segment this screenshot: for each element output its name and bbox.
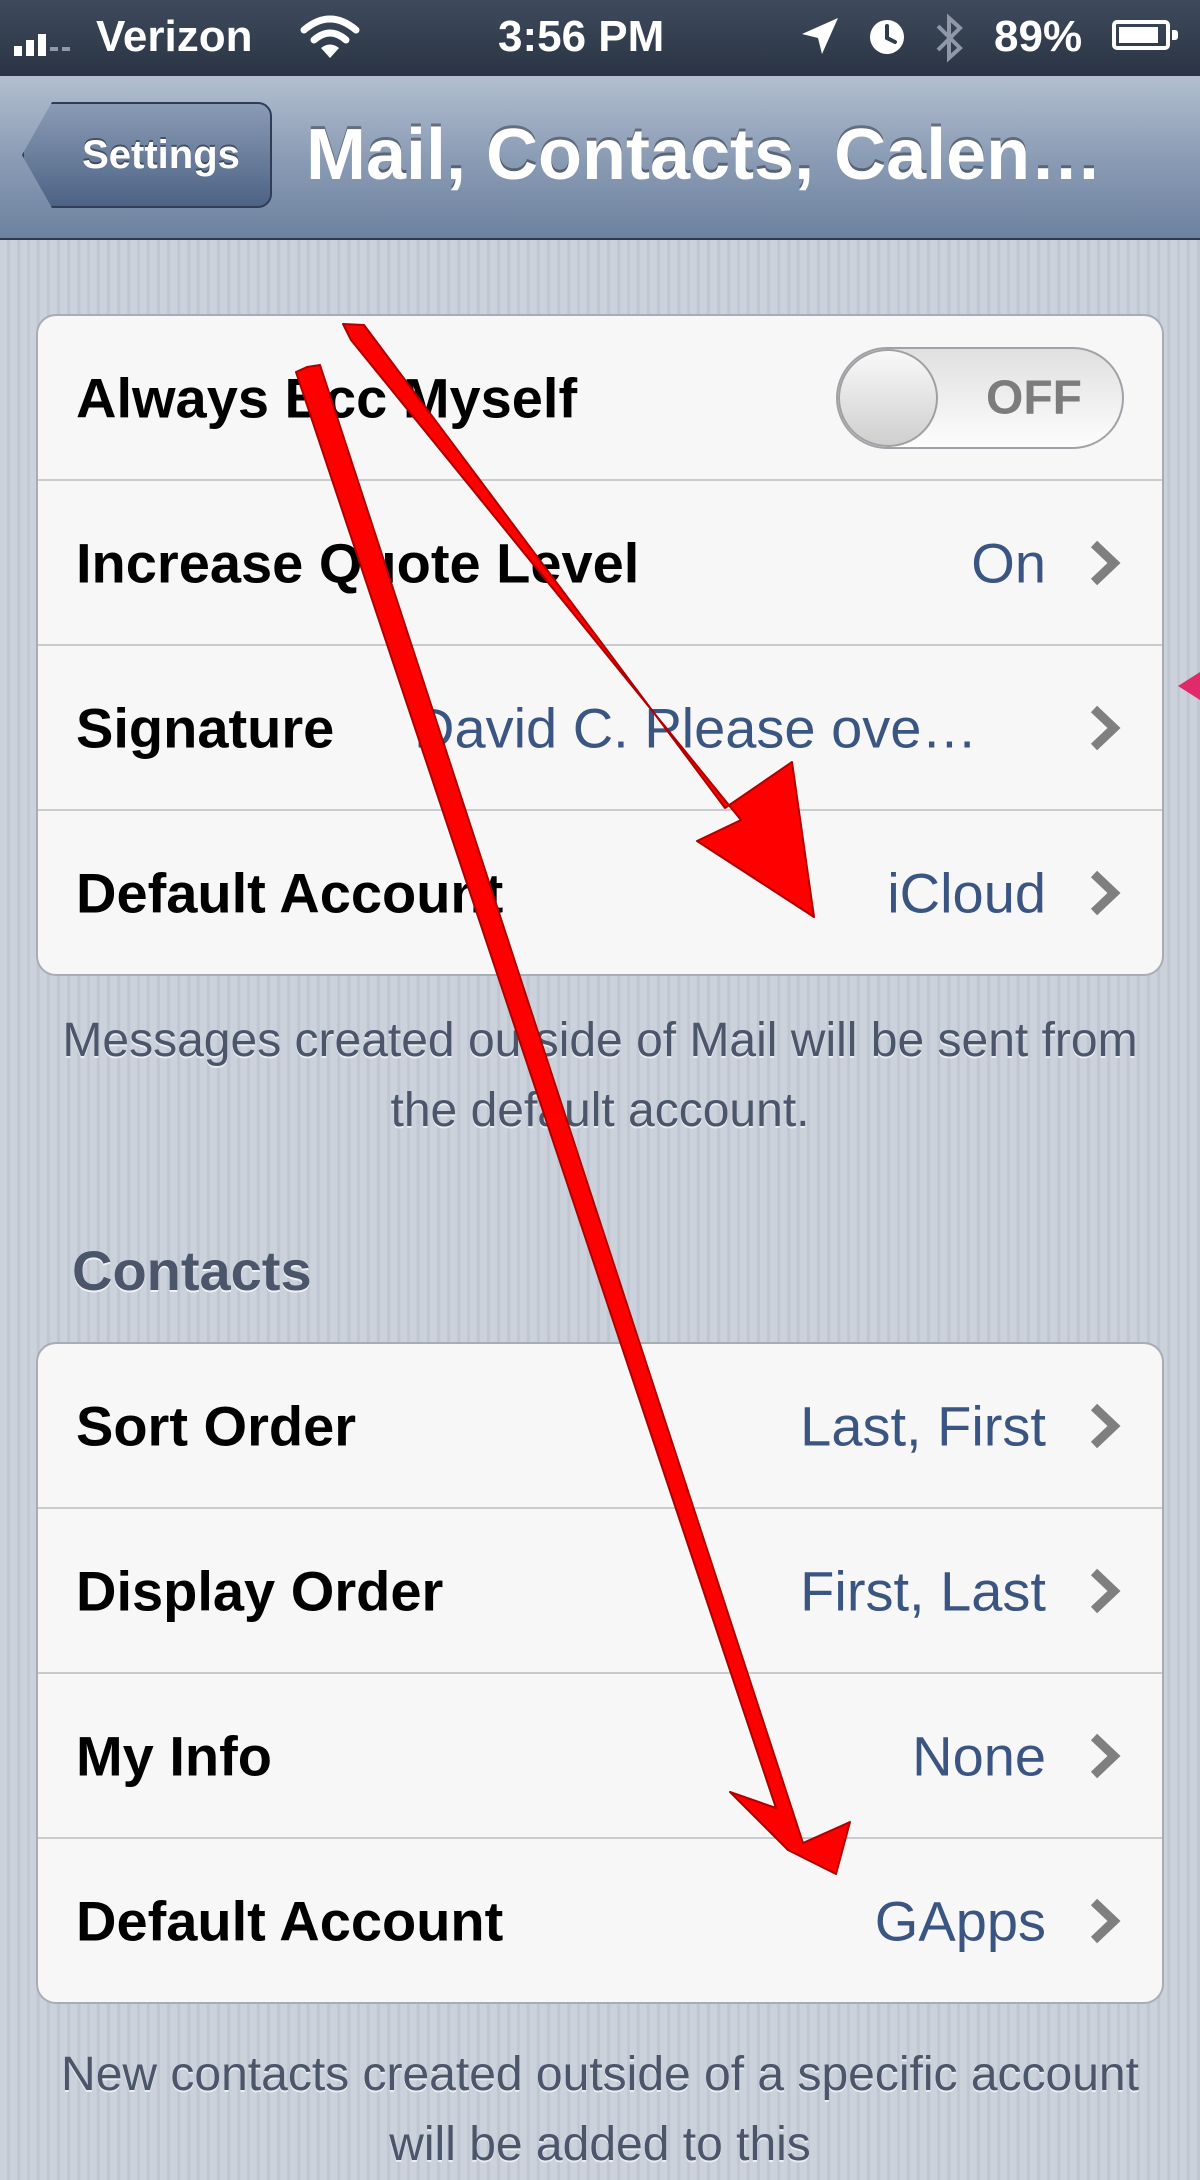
row-value: None xyxy=(912,1724,1046,1787)
chevron-right-icon xyxy=(1090,1568,1121,1613)
row-my-info[interactable]: My Info None xyxy=(38,1672,1162,1837)
signal-icon xyxy=(14,22,70,56)
row-label: My Info xyxy=(76,1724,272,1787)
row-value: On xyxy=(971,531,1046,594)
always-bcc-toggle[interactable]: OFF xyxy=(836,346,1124,449)
chevron-right-icon xyxy=(1090,540,1121,585)
row-signature[interactable]: Signature David C. Please ove… xyxy=(38,644,1162,809)
chevron-right-icon xyxy=(1090,870,1121,915)
row-value: Last, First xyxy=(800,1394,1046,1457)
row-label: Default Account xyxy=(76,1889,504,1952)
status-time: 3:56 PM xyxy=(498,12,665,61)
page-title: Mail, Contacts, Calen… xyxy=(306,115,1103,195)
row-value: First, Last xyxy=(800,1559,1046,1622)
row-increase-quote-level[interactable]: Increase Quote Level On xyxy=(38,479,1162,644)
mail-settings-group: Always Bcc Myself OFF Increase Quote Lev… xyxy=(36,314,1164,976)
row-value: David C. Please ove… xyxy=(414,696,978,759)
row-label: Always Bcc Myself xyxy=(76,366,578,429)
location-icon xyxy=(802,18,838,54)
chevron-right-icon xyxy=(1090,1733,1121,1778)
row-label: Sort Order xyxy=(76,1394,357,1457)
row-default-account-contacts[interactable]: Default Account GApps xyxy=(38,1837,1162,2002)
row-label: Increase Quote Level xyxy=(76,531,640,594)
contacts-settings-group: Sort Order Last, First Display Order Fir… xyxy=(36,1342,1164,2004)
status-bar: Verizon 3:56 PM 89% xyxy=(0,0,1200,76)
row-sort-order[interactable]: Sort Order Last, First xyxy=(38,1344,1162,1507)
row-label: Display Order xyxy=(76,1559,444,1622)
pink-annotation-mark xyxy=(1178,672,1200,700)
carrier-label: Verizon xyxy=(96,12,253,61)
row-label: Signature xyxy=(76,696,335,759)
chevron-right-icon xyxy=(1090,1403,1121,1448)
section-header-contacts: Contacts xyxy=(72,1239,312,1302)
toggle-knob[interactable] xyxy=(838,348,938,447)
row-value: GApps xyxy=(874,1889,1046,1952)
mail-footer-note: Messages created outside of Mail will be… xyxy=(62,1014,1138,1137)
toggle-state-label: OFF xyxy=(986,371,1082,424)
bluetooth-icon xyxy=(936,13,963,63)
wifi-icon xyxy=(300,15,360,58)
battery-fill xyxy=(1119,27,1159,43)
row-value: iCloud xyxy=(887,861,1046,924)
contacts-footer-note: New contacts created outside of a specif… xyxy=(61,2048,1139,2171)
chevron-right-icon xyxy=(1090,705,1121,750)
back-button-settings[interactable]: Settings xyxy=(22,102,272,208)
row-always-bcc-myself: Always Bcc Myself OFF xyxy=(38,316,1162,479)
alarm-clock-icon xyxy=(870,20,904,54)
battery-percent: 89% xyxy=(994,12,1083,61)
nav-bar: Settings Mail, Contacts, Calen… xyxy=(0,76,1200,240)
battery-icon xyxy=(1112,20,1178,50)
row-label: Default Account xyxy=(76,861,504,924)
row-display-order[interactable]: Display Order First, Last xyxy=(38,1507,1162,1672)
row-default-account-mail[interactable]: Default Account iCloud xyxy=(38,809,1162,974)
chevron-right-icon xyxy=(1090,1898,1121,1943)
